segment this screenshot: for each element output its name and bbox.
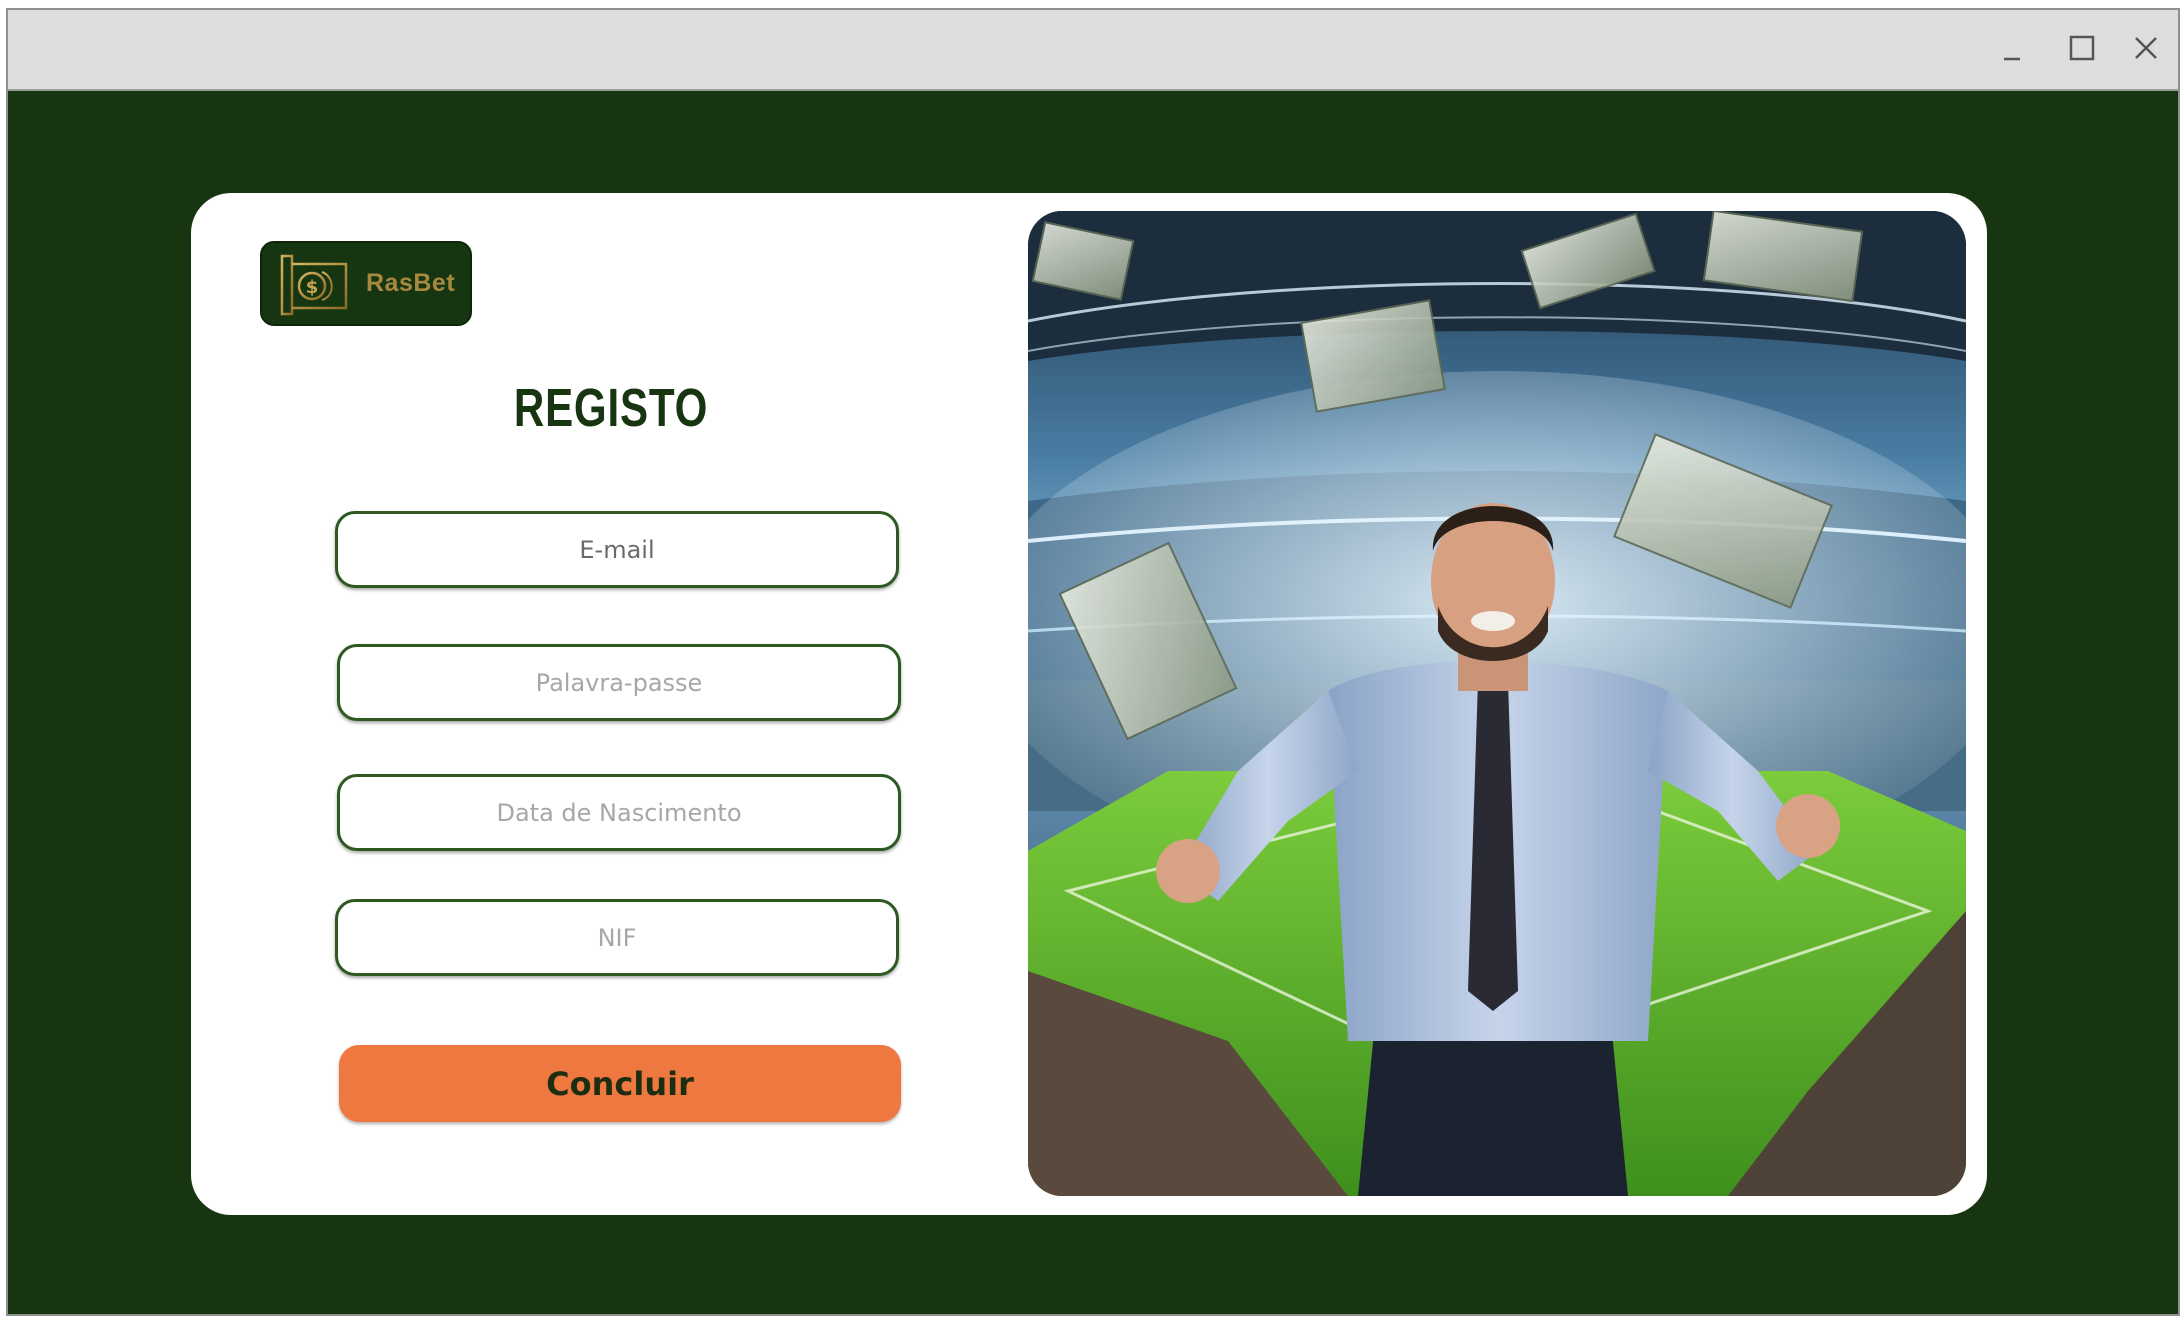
maximize-button[interactable] bbox=[2060, 26, 2104, 70]
email-field[interactable] bbox=[335, 511, 899, 588]
minimize-icon bbox=[2004, 57, 2020, 61]
app-window: $ RasBet REGISTO Concluir bbox=[6, 8, 2180, 1316]
submit-button[interactable]: Concluir bbox=[339, 1045, 901, 1122]
password-field[interactable] bbox=[337, 644, 901, 721]
svg-text:$: $ bbox=[306, 277, 319, 298]
minimize-button[interactable] bbox=[1990, 26, 2034, 70]
title-bar bbox=[8, 10, 2178, 91]
maximize-icon bbox=[2069, 35, 2095, 61]
close-button[interactable] bbox=[2124, 26, 2168, 70]
registration-card: $ RasBet REGISTO Concluir bbox=[191, 193, 1987, 1215]
money-bill-icon: $ bbox=[274, 250, 352, 320]
logo-text: RasBet bbox=[366, 269, 456, 297]
close-icon bbox=[2135, 37, 2157, 59]
hero-image bbox=[1028, 211, 1966, 1196]
birthdate-field[interactable] bbox=[337, 774, 901, 851]
rasbet-logo[interactable]: $ RasBet bbox=[260, 241, 472, 326]
nif-field[interactable] bbox=[335, 899, 899, 976]
page-title: REGISTO bbox=[513, 378, 709, 438]
